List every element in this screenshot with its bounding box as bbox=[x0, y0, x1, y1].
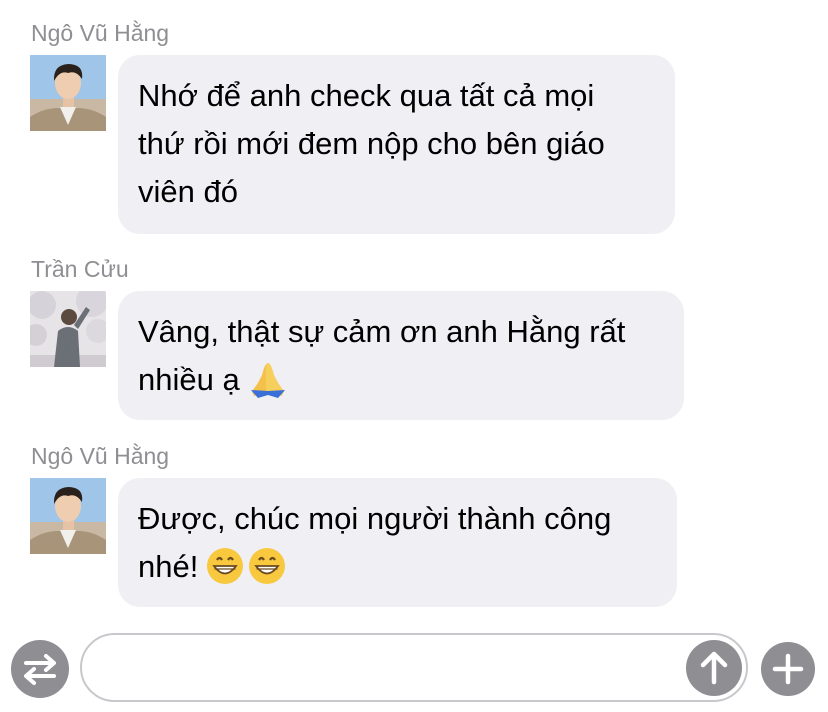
message-line: Được, chúc mọi người thành công bbox=[138, 501, 612, 536]
sender-name: Trần Cửu bbox=[31, 256, 129, 282]
message-line: viên đó bbox=[138, 174, 238, 209]
message-line: thứ rồi mới đem nộp cho bên giáo bbox=[138, 126, 605, 161]
grinning-face-emoji bbox=[248, 547, 286, 599]
swap-arrows-icon bbox=[24, 654, 56, 685]
send-button[interactable] bbox=[686, 640, 742, 696]
message-input[interactable] bbox=[106, 645, 670, 692]
message-input-field[interactable] bbox=[80, 633, 748, 702]
message-bubble: Vâng, thật sự cảm ơn anh Hằng rất nhiều … bbox=[118, 291, 684, 420]
avatar[interactable] bbox=[30, 291, 106, 367]
avatar[interactable] bbox=[30, 478, 106, 554]
message-bubble: Được, chúc mọi người thành công nhé! bbox=[118, 478, 677, 607]
arrow-up-icon bbox=[700, 651, 728, 685]
message-line: nhé! bbox=[138, 549, 199, 584]
plus-icon bbox=[772, 653, 804, 685]
sender-name: Ngô Vũ Hằng bbox=[31, 443, 170, 469]
message-line: Nhớ để anh check qua tất cả mọi bbox=[138, 78, 595, 113]
message-line: nhiều ạ bbox=[138, 362, 240, 397]
message-line-with-emoji: nhé! bbox=[138, 543, 657, 599]
swap-arrows-button[interactable] bbox=[11, 640, 69, 698]
sender-name: Ngô Vũ Hằng bbox=[31, 20, 170, 46]
avatar[interactable] bbox=[30, 55, 106, 131]
grinning-face-emoji bbox=[206, 547, 244, 599]
message-line: Vâng, thật sự cảm ơn anh Hằng rất bbox=[138, 314, 626, 349]
folded-hands-emoji bbox=[248, 360, 288, 412]
add-button[interactable] bbox=[761, 642, 815, 696]
message-bubble: Nhớ để anh check qua tất cả mọi thứ rồi … bbox=[118, 55, 675, 234]
chat-screen: Ngô Vũ Hằng Nhớ để anh check qua tất cả … bbox=[0, 0, 828, 712]
message-line-with-emoji: nhiều ạ bbox=[138, 356, 664, 412]
